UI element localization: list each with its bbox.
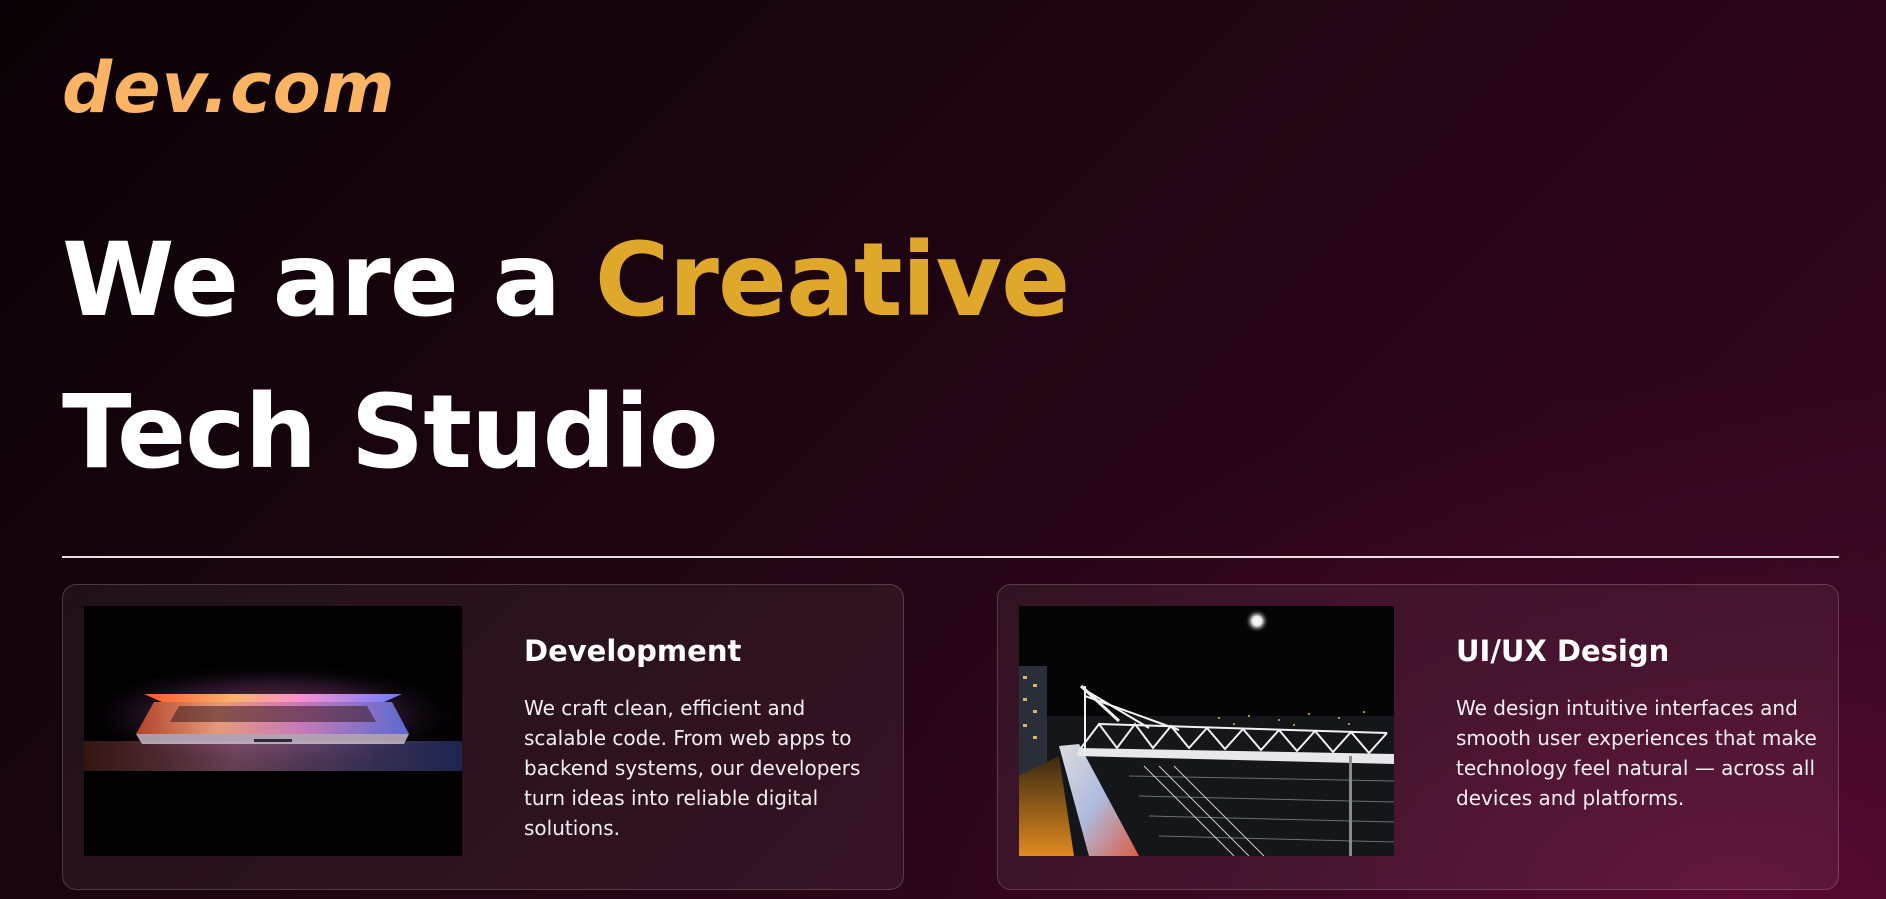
laptop-image [84, 606, 462, 856]
card-title: UI/UX Design [1456, 634, 1670, 668]
card-body: UI/UX Design We design intuitive interfa… [1456, 633, 1826, 813]
hero-accent-word: Creative [594, 221, 1071, 340]
logo[interactable]: dev.com [62, 48, 396, 128]
card-description: We craft clean, efficient and scalable c… [524, 696, 861, 840]
hero-line2: Tech Studio [62, 373, 719, 492]
service-card-development: Development We craft clean, efficient an… [62, 584, 904, 890]
card-body: Development We craft clean, efficient an… [524, 633, 884, 843]
service-card-uiux-design: UI/UX Design We design intuitive interfa… [997, 584, 1839, 890]
night-bridge-image [1019, 606, 1394, 856]
hero-heading: We are a Creative Tech Studio [62, 205, 1071, 509]
section-divider [62, 556, 1839, 558]
card-title: Development [524, 634, 742, 668]
card-description: We design intuitive interfaces and smoot… [1456, 696, 1817, 810]
hero-line1-prefix: We are a [62, 221, 595, 340]
